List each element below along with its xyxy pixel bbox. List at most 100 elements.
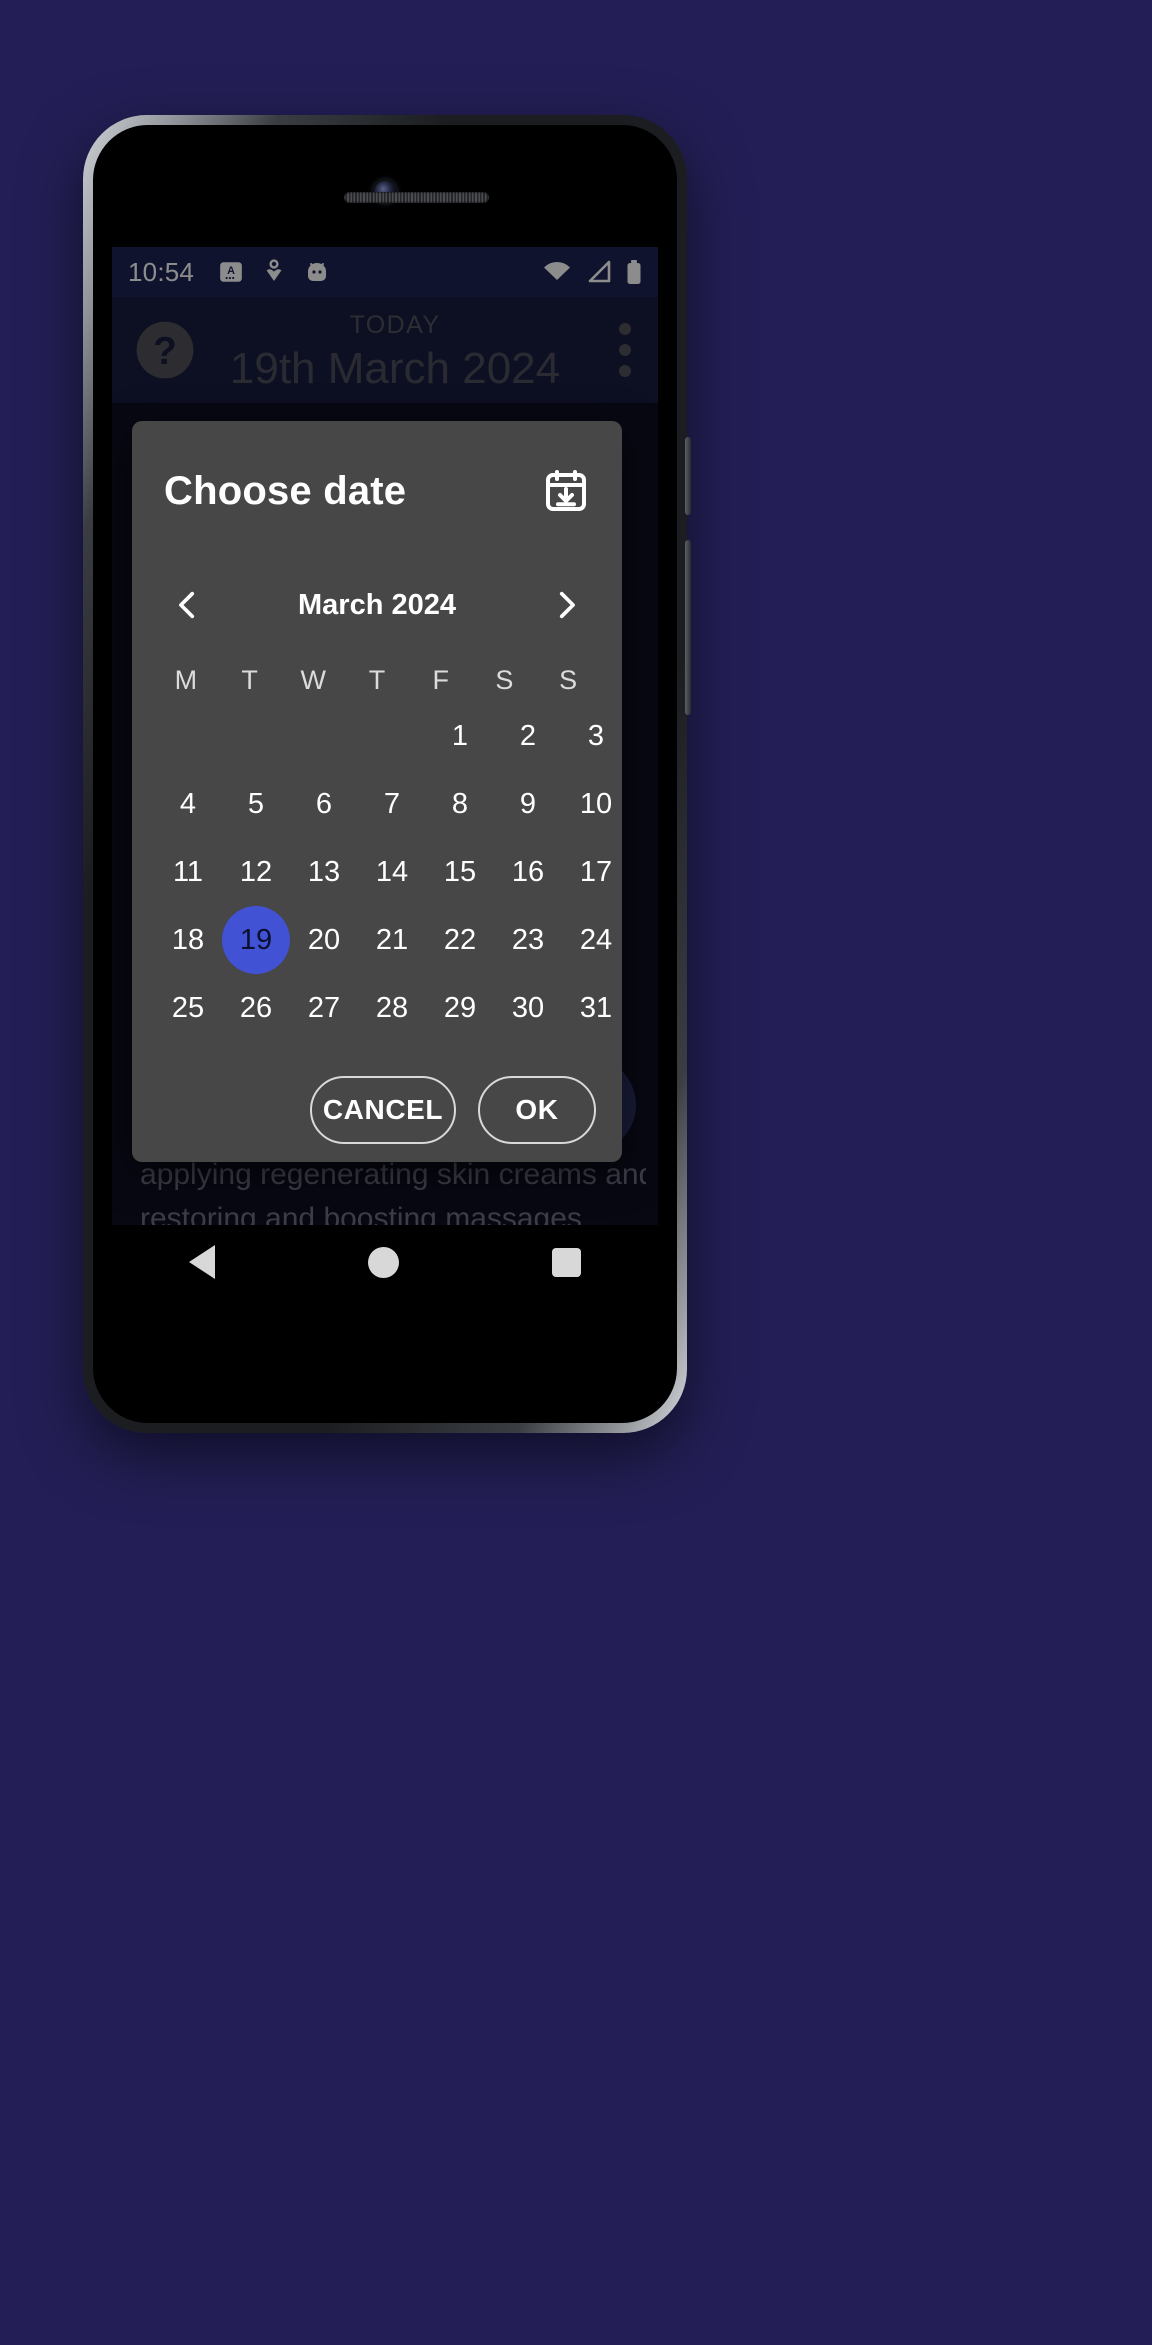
calendar-day-cell[interactable]: 31 <box>562 974 630 1042</box>
calendar-day-cell[interactable]: 8 <box>426 770 494 838</box>
cancel-button[interactable]: CANCEL <box>310 1076 456 1144</box>
calendar-day-cell[interactable]: 6 <box>290 770 358 838</box>
calendar-day-label: 12 <box>239 855 273 888</box>
recents-square-icon[interactable] <box>552 1247 582 1277</box>
calendar-day-label: 23 <box>511 923 545 956</box>
calendar-day-cell[interactable]: 16 <box>494 838 562 906</box>
calendar-day-label <box>222 702 290 770</box>
calendar-day-label: 27 <box>307 991 341 1024</box>
calendar-week-row: 18 19 20 21 22 23 24 <box>154 906 612 974</box>
calendar-day-label: 8 <box>451 787 469 820</box>
app-window: 10:54 A TODAY 19th March 2024 ? applying… <box>112 247 658 1299</box>
calendar-day-cell[interactable]: 23 <box>494 906 562 974</box>
calendar-grid: M T W T F S S 1 2 3 4 5 6 7 8 9 10 11 12 13 14 15 16 17 1… <box>132 627 622 1042</box>
home-circle-icon[interactable] <box>367 1246 399 1278</box>
calendar-day-cell[interactable]: 20 <box>290 906 358 974</box>
weekday-label: M <box>174 665 198 695</box>
calendar-day-label: 1 <box>451 719 469 752</box>
calendar-day-label: 9 <box>519 787 537 820</box>
calendar-day-cell[interactable]: 22 <box>426 906 494 974</box>
calendar-day-cell[interactable]: 18 <box>154 906 222 974</box>
dialog-actions: CANCEL OK <box>132 1042 622 1144</box>
calendar-day-cell[interactable]: 4 <box>154 770 222 838</box>
calendar-day-label: 11 <box>172 855 204 888</box>
calendar-day-cell[interactable]: 24 <box>562 906 630 974</box>
phone-frame: 10:54 A TODAY 19th March 2024 ? applying… <box>83 115 691 1433</box>
calendar-day-label: 6 <box>315 787 333 820</box>
calendar-day-cell[interactable]: 9 <box>494 770 562 838</box>
calendar-day-cell[interactable]: 7 <box>358 770 426 838</box>
calendar-day-label: 13 <box>307 855 341 888</box>
calendar-day-label: 21 <box>375 923 409 956</box>
calendar-day-label: 18 <box>171 923 205 956</box>
dialog-title: Choose date <box>164 468 407 513</box>
dialog-header: Choose date <box>132 421 622 525</box>
calendar-week-row: 11 12 13 14 15 16 17 <box>154 838 612 906</box>
calendar-day-label: 22 <box>443 923 477 956</box>
phone-power-button[interactable] <box>685 437 691 515</box>
calendar-day-cell[interactable]: 12 <box>222 838 290 906</box>
calendar-day-cell[interactable]: 13 <box>290 838 358 906</box>
calendar-day-cell[interactable]: 15 <box>426 838 494 906</box>
calendar-day-empty <box>358 702 426 770</box>
calendar-day-cell[interactable]: 17 <box>562 838 630 906</box>
weekday-label: S <box>495 665 514 695</box>
calendar-day-label: 10 <box>579 787 613 820</box>
back-triangle-icon[interactable] <box>188 1245 215 1279</box>
calendar-day-label <box>290 702 358 770</box>
calendar-day-cell[interactable]: 3 <box>562 702 630 770</box>
calendar-weeks: 1 2 3 4 5 6 7 8 9 10 11 12 13 14 15 16 17 18 19 20 21 22 23 24 2… <box>154 702 612 1042</box>
calendar-day-label: 31 <box>579 991 613 1024</box>
system-navigation-bar <box>112 1225 658 1299</box>
calendar-day-label: 15 <box>443 855 477 888</box>
phone-volume-button[interactable] <box>685 540 691 715</box>
calendar-day-cell[interactable]: 27 <box>290 974 358 1042</box>
calendar-day-empty <box>222 702 290 770</box>
calendar-day-cell[interactable]: 10 <box>562 770 630 838</box>
calendar-day-empty <box>154 702 222 770</box>
calendar-day-label: 5 <box>247 787 265 820</box>
calendar-day-label: 4 <box>179 787 197 820</box>
calendar-day-cell[interactable]: 28 <box>358 974 426 1042</box>
calendar-day-cell[interactable]: 26 <box>222 974 290 1042</box>
calendar-day-cell[interactable]: 25 <box>154 974 222 1042</box>
date-picker-dialog: Choose date March 2024 M T W T F S S 1 2… <box>132 421 622 1162</box>
weekday-label: T <box>241 665 258 695</box>
weekday-label: S <box>559 665 578 695</box>
calendar-day-label: 28 <box>375 991 409 1024</box>
calendar-week-row: 1 2 3 <box>154 702 604 770</box>
calendar-import-icon[interactable] <box>542 467 590 515</box>
screenshot-root: 10:54 A TODAY 19th March 2024 ? applying… <box>0 0 1152 2345</box>
calendar-day-cell[interactable]: 5 <box>222 770 290 838</box>
calendar-day-label: 24 <box>579 923 613 956</box>
calendar-day-label: 7 <box>383 787 401 820</box>
phone-bezel: 10:54 A TODAY 19th March 2024 ? applying… <box>93 125 677 1423</box>
calendar-day-label: 26 <box>239 991 273 1024</box>
weekday-header-row: M T W T F S S <box>154 653 600 702</box>
calendar-day-cell[interactable]: 2 <box>494 702 562 770</box>
chevron-left-icon[interactable] <box>166 583 210 627</box>
calendar-day-cell[interactable]: 21 <box>358 906 426 974</box>
calendar-day-label: 16 <box>511 855 545 888</box>
calendar-day-label: 25 <box>171 991 205 1024</box>
calendar-day-label <box>358 702 426 770</box>
calendar-day-label <box>154 702 222 770</box>
ok-button[interactable]: OK <box>478 1076 596 1144</box>
calendar-day-label: 29 <box>443 991 477 1024</box>
calendar-day-cell[interactable]: 19 <box>222 906 290 974</box>
calendar-day-cell[interactable]: 14 <box>358 838 426 906</box>
calendar-day-cell[interactable]: 30 <box>494 974 562 1042</box>
calendar-day-label: 19 <box>222 906 290 974</box>
calendar-day-cell[interactable]: 1 <box>426 702 494 770</box>
phone-screen: 10:54 A TODAY 19th March 2024 ? applying… <box>112 148 658 1398</box>
chevron-right-icon[interactable] <box>544 583 588 627</box>
weekday-label: W <box>300 665 327 695</box>
calendar-day-cell[interactable]: 11 <box>154 838 222 906</box>
calendar-day-empty <box>290 702 358 770</box>
calendar-day-label: 30 <box>511 991 545 1024</box>
calendar-day-label: 17 <box>579 855 613 888</box>
calendar-day-cell[interactable]: 29 <box>426 974 494 1042</box>
calendar-day-label: 2 <box>519 719 537 752</box>
month-navigation: March 2024 <box>132 525 622 627</box>
current-month-label: March 2024 <box>298 588 456 621</box>
